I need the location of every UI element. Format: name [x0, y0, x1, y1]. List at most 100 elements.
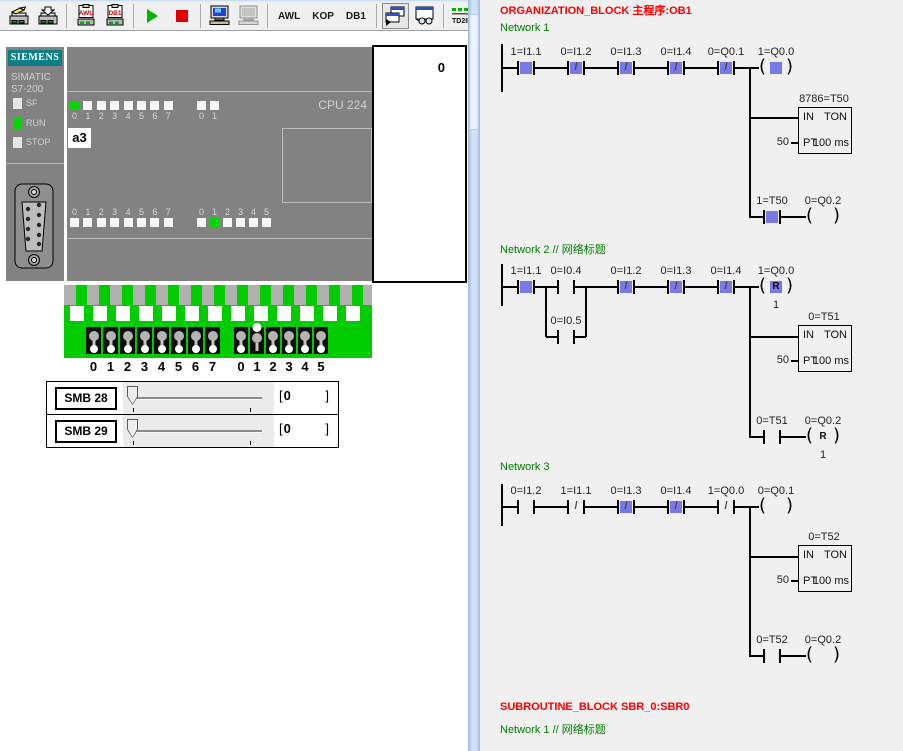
contact-nc-slash: /	[717, 61, 735, 75]
contact-nc-slash: /	[567, 500, 585, 514]
watch-window-button[interactable]	[411, 3, 438, 29]
timer-box-text: IN	[803, 329, 814, 341]
slider-track[interactable]	[135, 430, 262, 433]
ladder-contact	[763, 430, 781, 444]
switch-stem	[256, 343, 259, 351]
ladder-network-title: Network 3	[500, 461, 550, 473]
timer-preset-value: 50	[771, 136, 789, 148]
ladder-contact	[517, 500, 535, 514]
toolbar-separator	[267, 4, 268, 28]
view-db1-block-button[interactable]: DB1	[101, 3, 128, 29]
status-led-stop	[13, 137, 22, 148]
slider-tick	[250, 441, 251, 445]
ladder-coil: ()R	[759, 278, 793, 296]
slider-tick	[133, 441, 134, 445]
input-led	[164, 218, 173, 227]
coil-power-fill	[770, 62, 782, 74]
switch-knob	[317, 345, 325, 353]
scrollbar-thumb[interactable]	[469, 14, 479, 130]
edit-program-icon	[6, 4, 32, 28]
input-led-label: 5	[137, 207, 146, 217]
terminal-block	[64, 285, 372, 358]
input-led	[210, 218, 219, 227]
status-led-label: RUN	[26, 118, 46, 129]
input-switch-1-0[interactable]	[234, 327, 248, 354]
contact-nc-slash: /	[667, 500, 685, 514]
input-led	[223, 218, 232, 227]
input-switch-0-5[interactable]	[171, 327, 186, 354]
edit-program-button[interactable]	[5, 3, 32, 29]
input-led	[236, 218, 245, 227]
input-switch-1-4[interactable]	[298, 327, 312, 354]
input-led-label: 6	[150, 207, 159, 217]
ladder-contact	[557, 280, 575, 294]
output-led	[137, 101, 146, 110]
slider-thumb[interactable]	[127, 419, 138, 438]
run-button[interactable]	[139, 3, 166, 29]
contact-power-fill	[520, 281, 532, 293]
switch-knob	[141, 345, 149, 353]
toolbar-separator	[376, 4, 377, 28]
output-led-label: 2	[97, 111, 106, 121]
switch-knob	[192, 345, 200, 353]
awl-view-button[interactable]: AWL	[272, 11, 306, 22]
panel-divider	[6, 163, 64, 164]
input-switch-1-3[interactable]	[282, 327, 296, 354]
input-led-label: 5	[262, 207, 271, 217]
contact-label: 0=I0.4	[534, 265, 598, 277]
output-led-label: 1	[83, 111, 92, 121]
contact-label: 0=I0.5	[534, 315, 598, 327]
input-switch-1-2[interactable]	[266, 327, 280, 354]
contact-power-fill	[766, 211, 778, 223]
slider-row-1: SMB 280	[47, 382, 338, 414]
input-led-label: 0	[70, 207, 79, 217]
coil-function-letter: R	[806, 431, 840, 442]
load-program-button[interactable]	[34, 3, 61, 29]
input-switch-1-5[interactable]	[314, 327, 328, 354]
svg-text:AWL: AWL	[78, 10, 92, 17]
input-led	[124, 218, 133, 227]
input-led-label: 4	[124, 207, 133, 217]
input-led	[110, 218, 119, 227]
vertical-scrollbar[interactable]	[468, 0, 480, 751]
switch-knob	[209, 345, 217, 353]
db1-view-button[interactable]: DB1	[340, 11, 372, 22]
toolbar-separator	[66, 4, 67, 28]
input-switch-0-4[interactable]	[154, 327, 169, 354]
input-switch-0-3[interactable]	[137, 327, 152, 354]
input-led	[262, 218, 271, 227]
switch-knob	[252, 333, 262, 343]
ladder-contact	[763, 210, 781, 224]
stop-button[interactable]	[168, 3, 195, 29]
input-switch-0-1[interactable]	[103, 327, 118, 354]
cascade-windows-icon	[383, 5, 407, 27]
ladder-coil: ()	[759, 59, 793, 77]
input-switch-0-0[interactable]	[86, 327, 101, 354]
kop-view-button[interactable]: KOP	[306, 11, 340, 22]
ladder-wire	[545, 287, 547, 337]
input-switch-1-1[interactable]	[250, 327, 264, 354]
slider-track[interactable]	[135, 397, 262, 400]
view-awl-block-button[interactable]: AWL	[72, 3, 99, 29]
input-switch-0-6[interactable]	[188, 327, 203, 354]
input-switch-0-7[interactable]	[205, 327, 220, 354]
timer-box-text: TON	[824, 329, 847, 341]
coil-paren-left: (	[759, 496, 766, 516]
slider-value-text: 0	[284, 388, 291, 403]
switch-knob	[285, 345, 293, 353]
ladder-contact: /	[717, 280, 735, 294]
contact-nc-slash: /	[667, 280, 685, 294]
input-switch-0-2[interactable]	[120, 327, 135, 354]
pc-offline-button[interactable]	[235, 3, 262, 29]
pc-online-button[interactable]	[206, 3, 233, 29]
timer-box-text: 100 ms	[813, 137, 849, 149]
output-led	[164, 101, 173, 110]
ladder-wire	[585, 287, 587, 337]
slider-thumb[interactable]	[127, 386, 138, 405]
cascade-windows-button[interactable]	[382, 3, 409, 29]
plc-left-column: SIEMENS SIMATIC S7-200 SFRUNSTOP	[6, 47, 64, 281]
slider-address-label: SMB 29	[55, 420, 117, 443]
timer-box-text: 100 ms	[813, 355, 849, 367]
smb-sliders: SMB 280 SMB 29 0	[46, 381, 339, 448]
switch-knob	[124, 345, 132, 353]
